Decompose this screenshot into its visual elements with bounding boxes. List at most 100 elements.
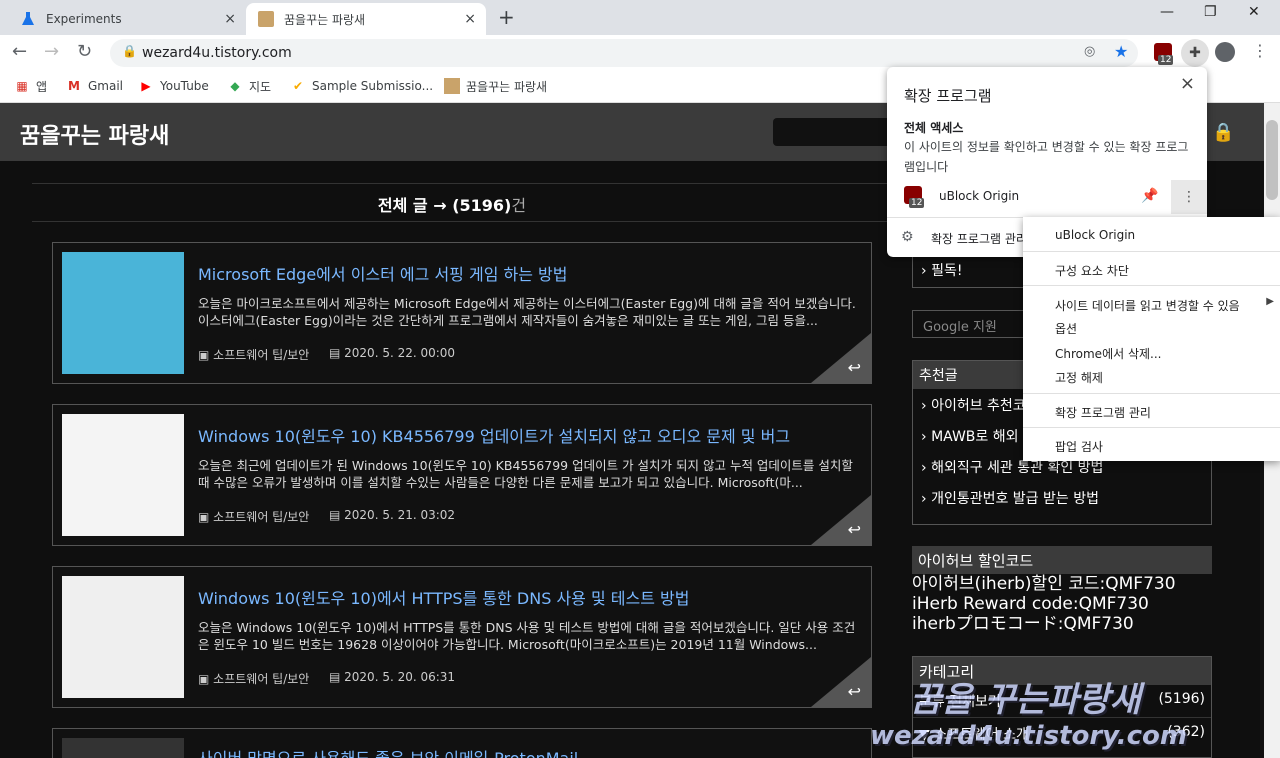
reply-icon[interactable]: ↩ xyxy=(848,520,861,539)
site-title[interactable]: 꿈을꾸는 파랑새 xyxy=(20,118,169,150)
category-icon: ▣ xyxy=(198,510,214,524)
iherb-code-line: iherbプロモコード:QMF730 xyxy=(912,614,1134,634)
extensions-puzzle-icon[interactable]: ✚ xyxy=(1181,39,1209,67)
minimize-button[interactable]: — xyxy=(1160,4,1174,20)
scrollbar-thumb[interactable] xyxy=(1266,120,1278,200)
lock-login-icon[interactable]: 🔒 xyxy=(1212,122,1234,143)
youtube-icon: ▶ xyxy=(141,79,151,93)
extensions-title: 확장 프로그램 xyxy=(904,87,992,105)
tab-active-site[interactable]: 꿈을꾸는 파랑새 × xyxy=(246,3,486,35)
maximize-button[interactable]: ❐ xyxy=(1204,4,1217,20)
post-card[interactable]: Microsoft Edge에서 이스터 에그 서핑 게임 하는 방법 오늘은 … xyxy=(52,242,872,384)
manage-extensions-link[interactable]: 확장 프로그램 관리 xyxy=(931,230,1023,247)
divider xyxy=(32,221,892,222)
site-favicon-icon xyxy=(258,11,274,27)
bookmark-apps[interactable]: ▦ 앱 xyxy=(14,77,47,95)
maps-icon: ◆ xyxy=(230,79,240,93)
ublock-badge: 12 xyxy=(1158,55,1174,65)
extension-context-menu: uBlock Origin 구성 요소 차단 사이트 데이터를 읽고 변경할 수… xyxy=(1023,217,1280,461)
menu-kebab-icon[interactable]: ⋮ xyxy=(1252,41,1268,60)
post-excerpt: 오늘은 Windows 10(윈도우 10)에서 HTTPS를 통한 DNS 사… xyxy=(198,620,856,652)
context-menu-item[interactable]: uBlock Origin xyxy=(1055,228,1135,242)
divider xyxy=(1023,393,1280,394)
url-text: wezard4u.tistory.com xyxy=(142,45,292,61)
post-title[interactable]: Microsoft Edge에서 이스터 에그 서핑 게임 하는 방법 xyxy=(198,261,567,285)
context-menu-item[interactable]: 팝업 검사 xyxy=(1055,438,1103,455)
divider xyxy=(1023,427,1280,428)
context-menu-item[interactable]: Chrome에서 삭제... xyxy=(1055,345,1162,362)
pin-icon[interactable]: 📌 xyxy=(1141,188,1158,204)
gmail-icon: M xyxy=(68,79,80,93)
post-excerpt: 오늘은 마이크로소프트에서 제공하는 Microsoft Edge에서 제공하는… xyxy=(198,296,856,328)
ublock-badge: 12 xyxy=(909,198,925,208)
new-tab-button[interactable]: + xyxy=(498,5,515,29)
close-window-button[interactable]: ✕ xyxy=(1248,4,1260,20)
post-card[interactable]: 사이버 망명으로 사용해도 좋은 보안 이메일-ProtonMail xyxy=(52,728,872,758)
post-date: ▤ 2020. 5. 20. 06:31 xyxy=(329,670,456,684)
post-date: ▤ 2020. 5. 22. 00:00 xyxy=(329,346,456,360)
context-menu-item[interactable]: 구성 요소 차단 xyxy=(1055,262,1129,279)
extension-more-icon[interactable]: ⋮ xyxy=(1171,180,1207,214)
extension-name[interactable]: uBlock Origin xyxy=(939,189,1019,203)
reply-icon[interactable]: ↩ xyxy=(848,682,861,701)
bookmark-site[interactable]: 꿈을꾸는 파랑새 xyxy=(444,77,547,95)
post-title[interactable]: 사이버 망명으로 사용해도 좋은 보안 이메일-ProtonMail xyxy=(198,745,578,758)
post-excerpt: 오늘은 최근에 업데이트가 된 Windows 10(윈도우 10) KB455… xyxy=(198,458,853,490)
close-tab-icon[interactable]: × xyxy=(224,11,236,27)
context-menu-item[interactable]: 확장 프로그램 관리 xyxy=(1055,404,1151,421)
category-icon: ▣ xyxy=(198,672,214,686)
post-card[interactable]: Windows 10(윈도우 10) KB4556799 업데이트가 설치되지 … xyxy=(52,404,872,546)
lock-icon: 🔒 xyxy=(122,44,137,58)
check-icon: ✔ xyxy=(292,79,304,93)
post-thumbnail[interactable] xyxy=(62,252,184,374)
post-title[interactable]: Windows 10(윈도우 10)에서 HTTPS를 통한 DNS 사용 및 … xyxy=(198,585,689,609)
post-date: ▤ 2020. 5. 21. 03:02 xyxy=(329,508,456,522)
post-category[interactable]: ▣ 소프트웨어 팁/보안 xyxy=(198,346,309,363)
bookmark-maps[interactable]: ◆ 지도 xyxy=(227,77,271,95)
back-icon[interactable]: ← xyxy=(12,41,27,62)
access-section-title: 전체 액세스 xyxy=(904,121,964,135)
context-menu-item[interactable]: 고정 해제 xyxy=(1055,369,1103,386)
bookmark-star-icon[interactable]: ★ xyxy=(1114,42,1128,61)
post-thumbnail[interactable] xyxy=(62,414,184,536)
reply-icon[interactable]: ↩ xyxy=(848,358,861,377)
recommended-item[interactable]: › 개인통관번호 발급 받는 방법 xyxy=(913,482,1211,513)
forward-icon[interactable]: → xyxy=(44,41,59,62)
post-category[interactable]: ▣ 소프트웨어 팁/보안 xyxy=(198,508,309,525)
close-popup-icon[interactable]: × xyxy=(1180,73,1195,94)
reload-icon[interactable]: ↻ xyxy=(77,41,92,62)
divider xyxy=(1023,285,1280,286)
corner-decoration xyxy=(811,333,871,383)
iherb-code-line: 아이허브(iherb)할인 코드:QMF730 xyxy=(912,574,1176,594)
submenu-arrow-icon: ▶ xyxy=(1266,296,1274,307)
bookmark-gmail[interactable]: M Gmail xyxy=(66,77,123,95)
sidebar-iherb: 아이허브 할인코드 아이허브(iherb)할인 코드:QMF730 iHerb … xyxy=(912,546,1212,636)
calendar-icon: ▤ xyxy=(329,508,345,522)
post-card[interactable]: Windows 10(윈도우 10)에서 HTTPS를 통한 DNS 사용 및 … xyxy=(52,566,872,708)
bookmark-sample[interactable]: ✔ Sample Submissio... xyxy=(290,77,433,95)
context-menu-item[interactable]: 사이트 데이터를 읽고 변경할 수 있음 xyxy=(1055,297,1240,314)
corner-decoration xyxy=(811,657,871,707)
category-icon: ▣ xyxy=(198,348,214,362)
apps-icon: ▦ xyxy=(16,79,28,93)
post-category[interactable]: ▣ 소프트웨어 팁/보안 xyxy=(198,670,309,687)
iherb-header: 아이허브 할인코드 xyxy=(912,546,1212,574)
post-thumbnail[interactable] xyxy=(62,576,184,698)
post-thumbnail[interactable] xyxy=(62,738,184,758)
address-bar[interactable]: 🔒 wezard4u.tistory.com ◎ ★ xyxy=(110,39,1138,67)
calendar-icon: ▤ xyxy=(329,670,345,684)
access-section-desc: 이 사이트의 정보를 확인하고 변경할 수 있는 확장 프로그램입니다 xyxy=(904,140,1189,174)
post-count: 전체 글 → (5196)건 xyxy=(377,196,527,215)
tab-experiments[interactable]: Experiments × xyxy=(8,3,246,35)
close-tab-icon[interactable]: × xyxy=(464,11,476,27)
tracking-off-icon[interactable]: ◎ xyxy=(1084,44,1095,59)
tab-label: 꿈을꾸는 파랑새 xyxy=(284,12,366,27)
watermark: 꿈을 꾸는파랑새 wezard4u.tistory.com xyxy=(870,680,1187,751)
post-title[interactable]: Windows 10(윈도우 10) KB4556799 업데이트가 설치되지 … xyxy=(198,423,790,447)
divider xyxy=(32,183,892,184)
iherb-code-line: iHerb Reward code:QMF730 xyxy=(912,594,1149,614)
profile-avatar[interactable] xyxy=(1215,42,1235,62)
divider xyxy=(1023,251,1280,252)
bookmark-youtube[interactable]: ▶ YouTube xyxy=(138,77,208,95)
context-menu-item[interactable]: 옵션 xyxy=(1055,320,1077,337)
